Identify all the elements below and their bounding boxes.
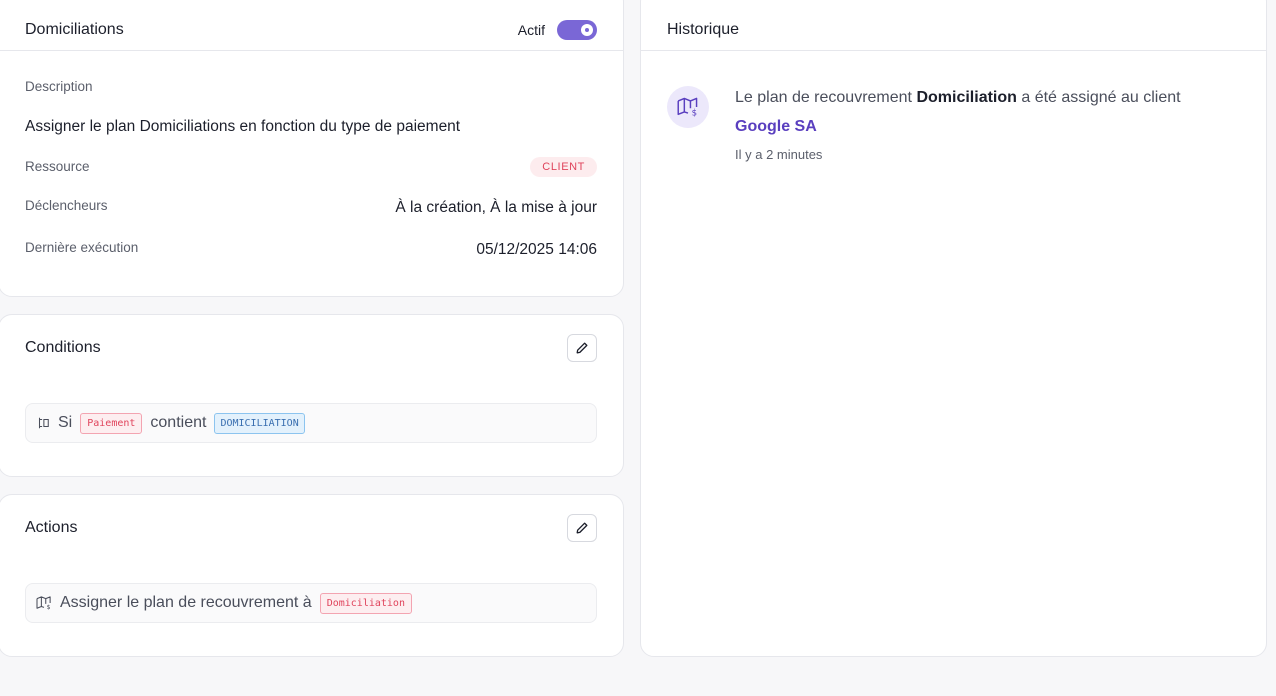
resource-badge: CLIENT: [530, 157, 597, 177]
edit-conditions-button[interactable]: [567, 334, 597, 362]
condition-field-chip: Paiement: [80, 412, 143, 434]
active-toggle[interactable]: [557, 20, 597, 40]
history-entry-text: Le plan de recouvrement Domiciliation a …: [735, 89, 1181, 107]
action-plan-chip: Domiciliation: [319, 592, 412, 614]
branch-icon: [38, 417, 49, 429]
history-entry-suffix: a été assigné au client: [1021, 89, 1181, 106]
history-entry-prefix: Le plan de recouvrement: [735, 89, 912, 106]
action-text: Assigner le plan de recouvrement à: [60, 594, 312, 611]
conditions-card: Conditions Si Paiement contient DOMICILI…: [0, 314, 624, 477]
triggers-value: À la création, À la mise à jour: [395, 199, 597, 216]
automation-details-card: Domiciliations Actif Description Assigne…: [0, 0, 624, 297]
history-entry-plan: Domiciliation: [916, 89, 1017, 106]
edit-actions-button[interactable]: [567, 514, 597, 542]
description-text: Assigner le plan Domiciliations en fonct…: [25, 118, 461, 135]
history-entry-avatar: $: [667, 86, 709, 128]
condition-rule[interactable]: Si Paiement contient DOMICILIATION: [25, 403, 597, 443]
toggle-knob: [581, 24, 593, 36]
condition-operator: contient: [150, 414, 207, 431]
active-label: Actif: [517, 22, 545, 38]
svg-text:$: $: [47, 604, 51, 610]
last-run-label: Dernière exécution: [25, 240, 139, 255]
automation-title: Domiciliations: [25, 21, 124, 38]
triggers-label: Déclencheurs: [25, 198, 108, 213]
svg-text:$: $: [692, 109, 697, 117]
map-dollar-icon: $: [677, 97, 698, 117]
map-dollar-icon: $: [36, 596, 51, 610]
history-title: Historique: [667, 21, 740, 38]
pencil-icon: [576, 342, 588, 354]
condition-if-word: Si: [58, 414, 73, 431]
conditions-title: Conditions: [25, 339, 101, 356]
history-card: Historique $ Le plan de recouvrement Dom…: [640, 0, 1267, 657]
condition-value-chip: DOMICILIATION: [214, 412, 305, 434]
actions-title: Actions: [25, 519, 78, 536]
resource-label: Ressource: [25, 159, 90, 174]
last-run-value: 05/12/2025 14:06: [476, 241, 597, 258]
actions-card: Actions $ Assigner le plan de recouvreme…: [0, 494, 624, 657]
active-toggle-group: Actif: [518, 20, 597, 40]
history-entry-client-link[interactable]: Google SA: [735, 118, 817, 136]
action-rule[interactable]: $ Assigner le plan de recouvrement à Dom…: [25, 583, 597, 623]
description-label: Description: [25, 79, 93, 94]
history-entry-time: Il y a 2 minutes: [735, 147, 823, 162]
pencil-icon: [576, 522, 588, 534]
